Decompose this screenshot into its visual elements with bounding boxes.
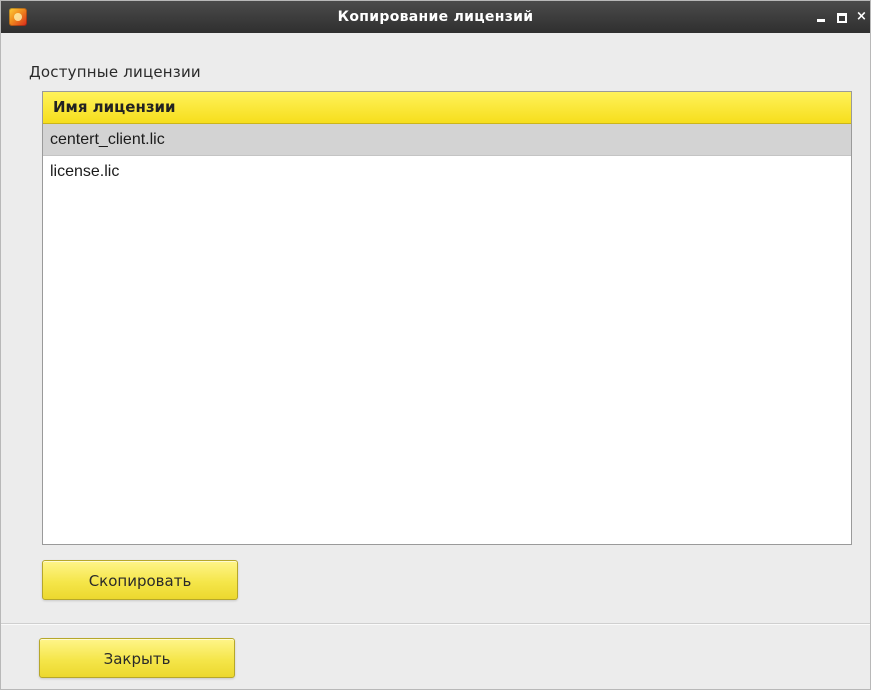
- copy-button[interactable]: Скопировать: [42, 560, 238, 600]
- maximize-icon: [837, 13, 847, 23]
- divider: [1, 623, 870, 625]
- title-bar[interactable]: Копирование лицензий ×: [1, 1, 870, 33]
- minimize-button[interactable]: [816, 10, 828, 24]
- close-icon: ×: [856, 9, 867, 24]
- column-header-license-name[interactable]: Имя лицензии: [43, 92, 851, 124]
- window-title: Копирование лицензий: [337, 9, 534, 25]
- minimize-icon: [817, 19, 825, 22]
- list-item-license-1[interactable]: license.lic: [43, 156, 851, 187]
- license-copy-window: Копирование лицензий × Доступные лицензи…: [0, 0, 871, 690]
- license-list[interactable]: Имя лицензии centert_client.lic license.…: [42, 91, 852, 545]
- maximize-button[interactable]: [836, 10, 848, 24]
- close-button[interactable]: Закрыть: [39, 638, 235, 678]
- window-controls: ×: [816, 1, 868, 33]
- list-item-license-0[interactable]: centert_client.lic: [43, 124, 851, 156]
- close-window-button[interactable]: ×: [856, 9, 868, 24]
- available-licenses-label: Доступные лицензии: [29, 63, 201, 81]
